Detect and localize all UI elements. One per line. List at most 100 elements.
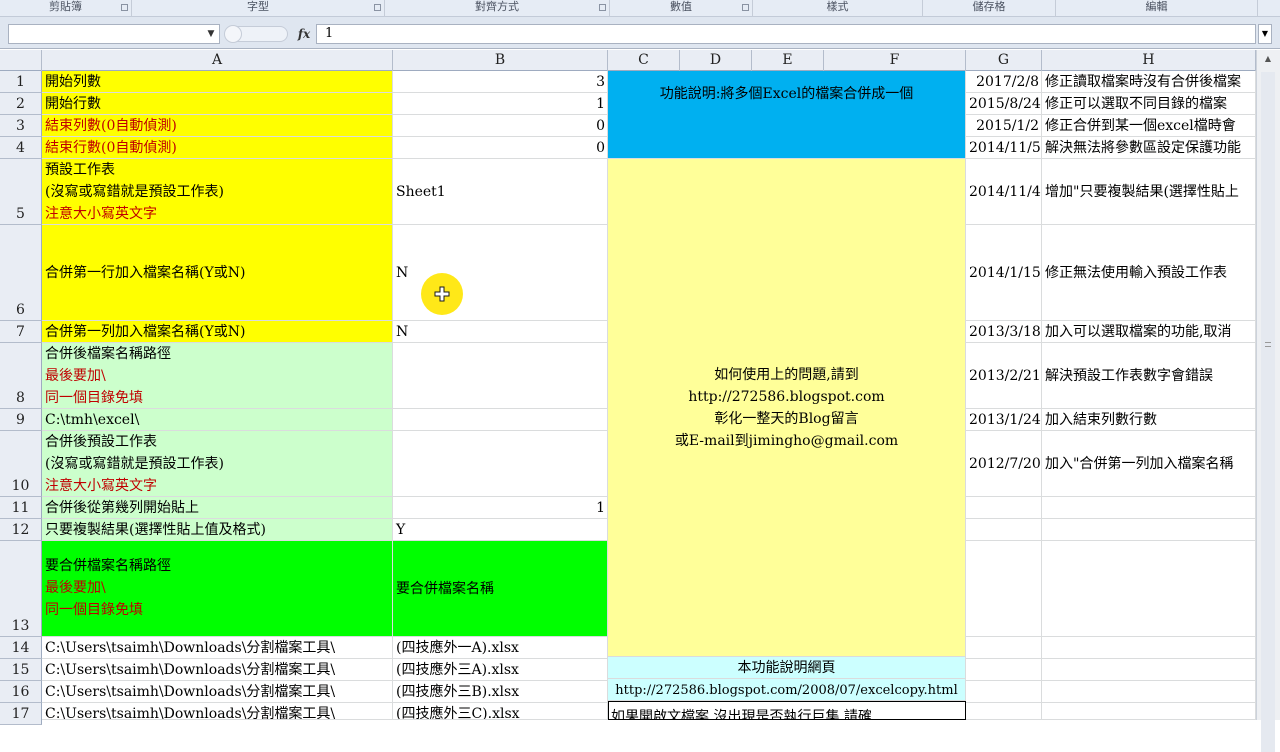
cell-g12[interactable] [966,519,1042,541]
cell-h10[interactable]: 加入"合併第一列加入檔案名稱 [1042,431,1256,497]
cell-c5-merged-help[interactable]: 如何使用上的問題,請到 http://272586.blogspot.com 彰… [608,159,966,657]
row-header[interactable]: 16 [0,681,42,703]
vertical-scrollbar[interactable]: ▲ [1256,50,1280,752]
row-header[interactable]: 5 [0,159,42,225]
name-box[interactable] [8,24,220,44]
row-header[interactable]: 9 [0,409,42,431]
cell-g15[interactable] [966,659,1042,681]
row-header[interactable]: 14 [0,637,42,659]
cell-a9[interactable]: C:\tmh\excel\ [42,409,393,431]
row-header[interactable]: 17 [0,703,42,725]
cell-b11[interactable]: 1 [393,497,608,519]
insert-function-button[interactable]: fx [294,24,314,44]
cell-a8[interactable]: 合併後檔案名稱路徑 最後要加\ 同一個目錄免填 [42,343,393,409]
cell-h15[interactable] [1042,659,1256,681]
row-header[interactable]: 8 [0,343,42,409]
cell-g2[interactable]: 2015/8/24 [966,93,1042,115]
row-header[interactable]: 10 [0,431,42,497]
column-header-b[interactable]: B [393,50,608,71]
column-header-f[interactable]: F [824,50,966,71]
row-header[interactable]: 7 [0,321,42,343]
cell-b9[interactable] [393,409,608,431]
help-link[interactable]: http://272586.blogspot.com [608,386,965,408]
cell-a7[interactable]: 合併第一列加入檔案名稱(Y或N) [42,321,393,343]
cell-b16[interactable]: (四技應外三B).xlsx [393,681,608,703]
cell-b12[interactable]: Y [393,519,608,541]
cell-a15[interactable]: C:\Users\tsaimh\Downloads\分割檔案工具\ [42,659,393,681]
dialog-launcher-icon[interactable] [742,4,749,11]
cell-a11[interactable]: 合併後從第幾列開始貼上 [42,497,393,519]
cell-a2[interactable]: 開始行數 [42,93,393,115]
cell-g4[interactable]: 2014/11/5 [966,137,1042,159]
cell-a13[interactable]: 要合併檔案名稱路徑 最後要加\ 同一個目錄免填 [42,541,393,637]
cell-c1-merged-title[interactable]: 功能說明:將多個Excel的檔案合併成一個 [608,71,966,159]
cell-b8[interactable] [393,343,608,409]
column-header-g[interactable]: G [966,50,1042,71]
cell-b3[interactable]: 0 [393,115,608,137]
cell-a10[interactable]: 合併後預設工作表 (沒寫或寫錯就是預設工作表) 注意大小寫英文字 [42,431,393,497]
formula-bar-resize-handle[interactable] [222,24,294,44]
name-box-dropdown-icon[interactable]: ▼ [205,26,217,42]
column-header-d[interactable]: D [680,50,752,71]
cell-h4[interactable]: 解決無法將參數區設定保護功能 [1042,137,1256,159]
cell-b14[interactable]: (四技應外一A).xlsx [393,637,608,659]
column-header-h[interactable]: H [1042,50,1256,71]
cell-h9[interactable]: 加入結束列數行數 [1042,409,1256,431]
row-header[interactable]: 1 [0,71,42,93]
cell-b7[interactable]: N [393,321,608,343]
cell-h7[interactable]: 加入可以選取檔案的功能,取消 [1042,321,1256,343]
cell-b10[interactable] [393,431,608,497]
cell-g17[interactable] [966,703,1042,720]
scroll-up-icon[interactable]: ▲ [1261,54,1275,66]
cell-c15-title[interactable]: 本功能說明網頁 [608,657,966,679]
row-header[interactable]: 12 [0,519,42,541]
cell-h1[interactable]: 修正讀取檔案時沒有合併後檔案 [1042,71,1256,93]
select-all-corner[interactable] [0,50,42,71]
cell-g11[interactable] [966,497,1042,519]
formula-input[interactable]: 1 [316,24,1256,44]
cell-g3[interactable]: 2015/1/2 [966,115,1042,137]
cell-a4[interactable]: 結束行數(0自動偵測) [42,137,393,159]
cell-b13[interactable]: 要合併檔案名稱 [393,541,608,637]
cell-a14[interactable]: C:\Users\tsaimh\Downloads\分割檔案工具\ [42,637,393,659]
cell-h6[interactable]: 修正無法使用輸入預設工作表 [1042,225,1256,321]
cell-c17-note[interactable]: 如果開啟文檔案,沒出現是否執行巨集,請確 [608,701,966,720]
row-header[interactable]: 13 [0,541,42,637]
row-header[interactable]: 3 [0,115,42,137]
cell-h16[interactable] [1042,681,1256,703]
row-header[interactable]: 2 [0,93,42,115]
cell-a6[interactable]: 合併第一行加入檔案名稱(Y或N) [42,225,393,321]
dialog-launcher-icon[interactable] [599,4,606,11]
scrollbar-thumb[interactable] [1261,72,1275,752]
cell-h3[interactable]: 修正合併到某一個excel檔時會 [1042,115,1256,137]
cell-g1[interactable]: 2017/2/8 [966,71,1042,93]
cell-h17[interactable] [1042,703,1256,720]
cell-b15[interactable]: (四技應外三A).xlsx [393,659,608,681]
row-header[interactable]: 4 [0,137,42,159]
cell-a1[interactable]: 開始列數 [42,71,393,93]
expand-formula-bar-icon[interactable]: ▼ [1258,24,1272,44]
cell-b2[interactable]: 1 [393,93,608,115]
cell-g16[interactable] [966,681,1042,703]
cell-h11[interactable] [1042,497,1256,519]
cell-g14[interactable] [966,637,1042,659]
cell-a5[interactable]: 預設工作表 (沒寫或寫錯就是預設工作表) 注意大小寫英文字 [42,159,393,225]
cell-g6[interactable]: 2014/1/15 [966,225,1042,321]
cell-h2[interactable]: 修正可以選取不同目錄的檔案 [1042,93,1256,115]
dialog-launcher-icon[interactable] [121,4,128,11]
cell-b1[interactable]: 3 [393,71,608,93]
cell-g10[interactable]: 2012/7/20 [966,431,1042,497]
row-header[interactable]: 15 [0,659,42,681]
cell-b17[interactable]: (四技應外三C).xlsx [393,703,608,720]
column-header-c[interactable]: C [608,50,680,71]
cell-g8[interactable]: 2013/2/21 [966,343,1042,409]
cell-h8[interactable]: 解決預設工作表數字會錯誤 [1042,343,1256,409]
row-header[interactable]: 11 [0,497,42,519]
cell-h13[interactable] [1042,541,1256,637]
cell-g7[interactable]: 2013/3/18 [966,321,1042,343]
cell-c16-url[interactable]: http://272586.blogspot.com/2008/07/excel… [608,679,966,701]
cell-a12[interactable]: 只要複製結果(選擇性貼上值及格式) [42,519,393,541]
cell-g9[interactable]: 2013/1/24 [966,409,1042,431]
column-header-a[interactable]: A [42,50,393,71]
dialog-launcher-icon[interactable] [374,4,381,11]
